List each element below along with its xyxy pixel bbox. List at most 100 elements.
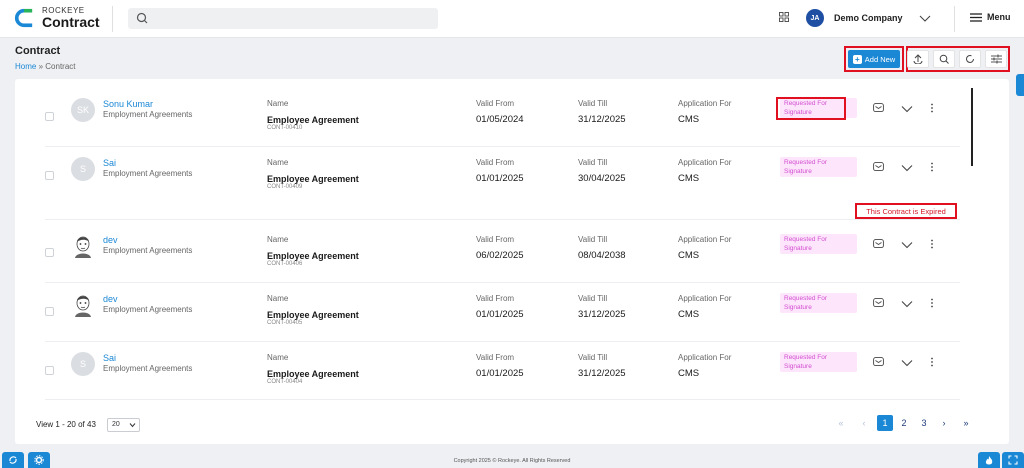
- chevron-down-icon[interactable]: [901, 359, 913, 367]
- first-page-button[interactable]: «: [833, 415, 849, 431]
- application-for-label: Application For: [678, 353, 732, 362]
- upload-button[interactable]: [907, 50, 929, 68]
- row-divider: [45, 282, 960, 283]
- page-size-select[interactable]: 20: [107, 418, 140, 432]
- status-badge: Requested For Signature: [780, 234, 857, 254]
- valid-from-label: Valid From: [476, 294, 515, 303]
- more-vertical-icon[interactable]: [930, 357, 934, 367]
- side-panel-tab[interactable]: [1016, 74, 1024, 96]
- user-photo-avatar: [71, 234, 95, 258]
- valid-till-label: Valid Till: [578, 158, 608, 167]
- message-icon[interactable]: [873, 298, 884, 308]
- last-page-button[interactable]: »: [958, 415, 974, 431]
- chevron-down-icon[interactable]: [901, 300, 913, 308]
- message-icon[interactable]: [873, 357, 884, 367]
- status-badge: Requested For Signature: [780, 293, 857, 313]
- logo-bottom-text: Contract: [42, 14, 100, 30]
- more-vertical-icon[interactable]: [930, 103, 934, 113]
- application-for-label: Application For: [678, 158, 732, 167]
- row-checkbox[interactable]: [45, 171, 54, 180]
- filter-button[interactable]: [985, 50, 1007, 68]
- refresh-button[interactable]: [959, 50, 981, 68]
- message-icon[interactable]: [873, 103, 884, 113]
- message-icon[interactable]: [873, 239, 884, 249]
- row-checkbox[interactable]: [45, 366, 54, 375]
- name-label: Name: [267, 158, 289, 167]
- application-for-value: CMS: [678, 173, 700, 184]
- row-divider: [45, 219, 960, 220]
- user-initials-avatar: SK: [71, 98, 95, 122]
- row-divider: [45, 341, 960, 342]
- page-button-3[interactable]: 3: [916, 415, 932, 431]
- page-title: Contract: [15, 45, 61, 57]
- name-label: Name: [267, 235, 289, 244]
- breadcrumb-home[interactable]: Home: [15, 62, 36, 71]
- row-checkbox[interactable]: [45, 307, 54, 316]
- chevron-down-icon[interactable]: [901, 241, 913, 249]
- menu-button[interactable]: Menu: [970, 12, 1011, 22]
- breadcrumb-current: Contract: [45, 62, 76, 71]
- contract-code: CONT-00410: [267, 125, 303, 131]
- chevron-down-icon[interactable]: [919, 13, 931, 23]
- expired-tooltip: This Contract is Expired: [855, 203, 957, 219]
- message-icon[interactable]: [873, 162, 884, 172]
- status-badge: Requested For Signature: [780, 352, 857, 372]
- recycle-icon: [9, 456, 17, 464]
- expand-icon: [1008, 455, 1018, 465]
- contract-list-card: SK Sonu Kumar Employment Agreements Name Emp…: [15, 79, 1009, 444]
- row-divider: [45, 399, 960, 400]
- contract-name: Employee Agreement: [267, 115, 359, 125]
- more-vertical-icon[interactable]: [930, 298, 934, 308]
- scrollbar[interactable]: [971, 88, 973, 166]
- view-count: View 1 - 20 of 43: [36, 420, 96, 429]
- valid-till-value: 30/04/2025: [578, 173, 626, 184]
- app-logo[interactable]: ROCKEYE Contract: [14, 7, 100, 29]
- row-checkbox[interactable]: [45, 112, 54, 121]
- next-page-button[interactable]: ›: [936, 415, 952, 431]
- person-name-link[interactable]: dev: [103, 294, 118, 304]
- page-size-value: 20: [112, 421, 120, 428]
- breadcrumb-separator: »: [38, 62, 44, 71]
- recycle-button[interactable]: [2, 452, 24, 468]
- page-button-1[interactable]: 1: [877, 415, 893, 431]
- application-for-value: CMS: [678, 309, 700, 320]
- name-label: Name: [267, 294, 289, 303]
- add-new-button[interactable]: + Add New: [848, 50, 900, 68]
- search-input[interactable]: [128, 8, 438, 29]
- valid-from-label: Valid From: [476, 158, 515, 167]
- person-name-link[interactable]: Sai: [103, 158, 116, 168]
- valid-till-value: 31/12/2025: [578, 114, 626, 125]
- person-name-link[interactable]: Sonu Kumar: [103, 99, 153, 109]
- divider: [112, 6, 113, 32]
- valid-till-value: 31/12/2025: [578, 368, 626, 379]
- search-button[interactable]: [933, 50, 955, 68]
- apps-grid-icon[interactable]: [779, 12, 789, 22]
- fire-button[interactable]: [978, 452, 1000, 468]
- more-vertical-icon[interactable]: [930, 162, 934, 172]
- settings-button[interactable]: [28, 452, 50, 468]
- chevron-down-icon[interactable]: [901, 164, 913, 172]
- fullscreen-button[interactable]: [1002, 452, 1024, 468]
- user-avatar[interactable]: JA: [806, 9, 824, 27]
- valid-from-label: Valid From: [476, 235, 515, 244]
- contract-code: CONT-00406: [267, 261, 303, 267]
- valid-from-label: Valid From: [476, 99, 515, 108]
- chevron-down-icon[interactable]: [901, 105, 913, 113]
- person-name-link[interactable]: Sai: [103, 353, 116, 363]
- valid-from-value: 01/01/2025: [476, 368, 524, 379]
- company-name[interactable]: Demo Company: [834, 13, 903, 23]
- more-vertical-icon[interactable]: [930, 239, 934, 249]
- breadcrumb: Home » Contract: [15, 62, 76, 71]
- user-initials-avatar: S: [71, 352, 95, 376]
- agreement-category: Employment Agreements: [103, 305, 193, 314]
- agreement-category: Employment Agreements: [103, 169, 193, 178]
- row-checkbox[interactable]: [45, 248, 54, 257]
- application-for-value: CMS: [678, 114, 700, 125]
- prev-page-button[interactable]: ‹: [856, 415, 872, 431]
- valid-till-label: Valid Till: [578, 353, 608, 362]
- contract-name: Employee Agreement: [267, 310, 359, 320]
- page-button-2[interactable]: 2: [896, 415, 912, 431]
- valid-from-value: 01/05/2024: [476, 114, 524, 125]
- person-name-link[interactable]: dev: [103, 235, 118, 245]
- top-bar: ROCKEYE Contract JA Demo Company Menu: [0, 0, 1024, 38]
